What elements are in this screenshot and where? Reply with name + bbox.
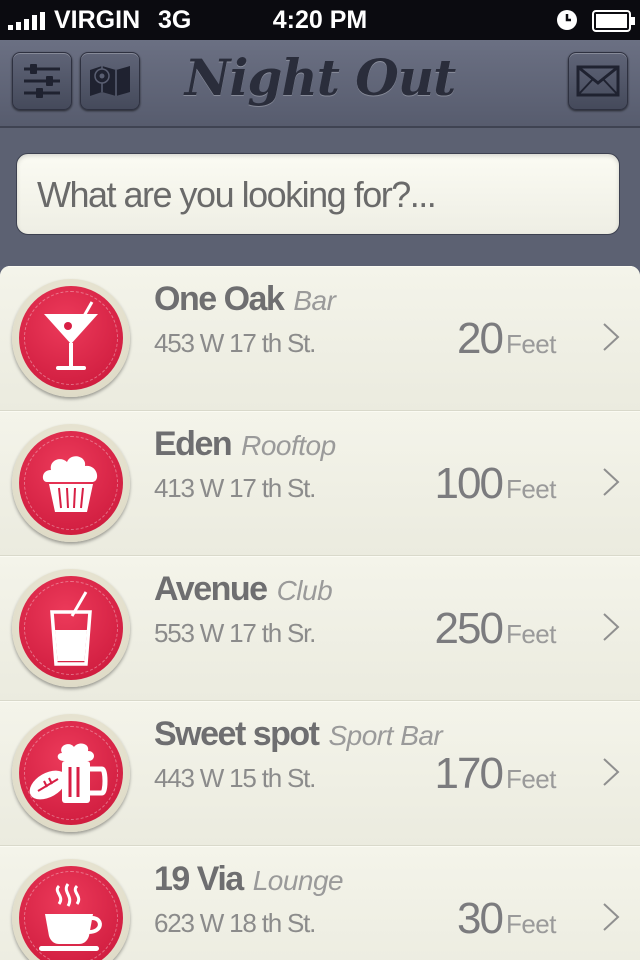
cocktail-icon	[44, 301, 98, 370]
cupcake-icon	[42, 456, 98, 512]
messages-button[interactable]	[568, 52, 628, 110]
search-box[interactable]	[16, 153, 620, 236]
place-address: 623 W 18 th St.	[154, 908, 316, 938]
search-input[interactable]	[35, 154, 609, 236]
chevron-right-icon[interactable]	[602, 467, 620, 497]
list-item[interactable]: Sweet spot Sport Bar 443 W 15 th St. 170 F…	[0, 701, 640, 846]
football-beer-icon	[29, 743, 108, 803]
place-distance: 100 Feet	[434, 459, 557, 508]
place-category: Lounge	[252, 865, 344, 896]
place-category: Sport Bar	[328, 720, 443, 751]
nav-bar: Night Out	[0, 40, 640, 128]
place-category: Bar	[293, 285, 336, 316]
status-bar: VIRGIN 3G 4:20 PM	[0, 0, 640, 40]
clock-icon	[557, 10, 577, 30]
place-name: One Oak Bar	[154, 280, 336, 318]
place-distance: 30 Feet	[457, 894, 556, 943]
place-badge	[12, 859, 130, 960]
place-category: Club	[276, 575, 333, 606]
place-name: Avenue Club	[154, 570, 333, 608]
place-address: 453 W 17 th St.	[154, 328, 316, 358]
list-item[interactable]: 19 Via Lounge 623 W 18 th St. 30 Feet	[0, 846, 640, 960]
status-time: 4:20 PM	[272, 6, 368, 34]
place-name: Eden Rooftop	[154, 425, 336, 463]
places-list: One Oak Bar 453 W 17 th St. 20 Feet Eden…	[0, 266, 640, 960]
place-badge	[12, 279, 130, 397]
place-distance: 20 Feet	[457, 314, 556, 363]
chevron-right-icon[interactable]	[602, 612, 620, 642]
battery-icon	[592, 10, 635, 32]
chevron-right-icon[interactable]	[602, 322, 620, 352]
place-name: 19 Via Lounge	[154, 860, 344, 898]
chevron-right-icon[interactable]	[602, 902, 620, 932]
app-title: Night Out	[184, 48, 457, 107]
place-address: 553 W 17 th Sr.	[154, 618, 316, 648]
place-distance: 250 Feet	[434, 604, 557, 653]
chevron-right-icon[interactable]	[602, 757, 620, 787]
place-badge	[12, 714, 130, 832]
place-category: Rooftop	[241, 430, 336, 461]
place-badge	[12, 569, 130, 687]
search-bar-area	[0, 128, 640, 266]
place-distance: 170 Feet	[434, 749, 557, 798]
place-address: 413 W 17 th St.	[154, 473, 316, 503]
mail-icon	[576, 65, 620, 97]
list-item[interactable]: Avenue Club 553 W 17 th Sr. 250 Feet	[0, 556, 640, 701]
place-badge	[12, 424, 130, 542]
coffee-cup-icon	[39, 883, 102, 951]
list-item[interactable]: Eden Rooftop 413 W 17 th St. 100 Feet	[0, 411, 640, 556]
place-address: 443 W 15 th St.	[154, 763, 316, 793]
place-name: Sweet spot Sport Bar	[154, 715, 443, 753]
drink-straw-icon	[50, 591, 92, 666]
list-item[interactable]: One Oak Bar 453 W 17 th St. 20 Feet	[0, 266, 640, 411]
